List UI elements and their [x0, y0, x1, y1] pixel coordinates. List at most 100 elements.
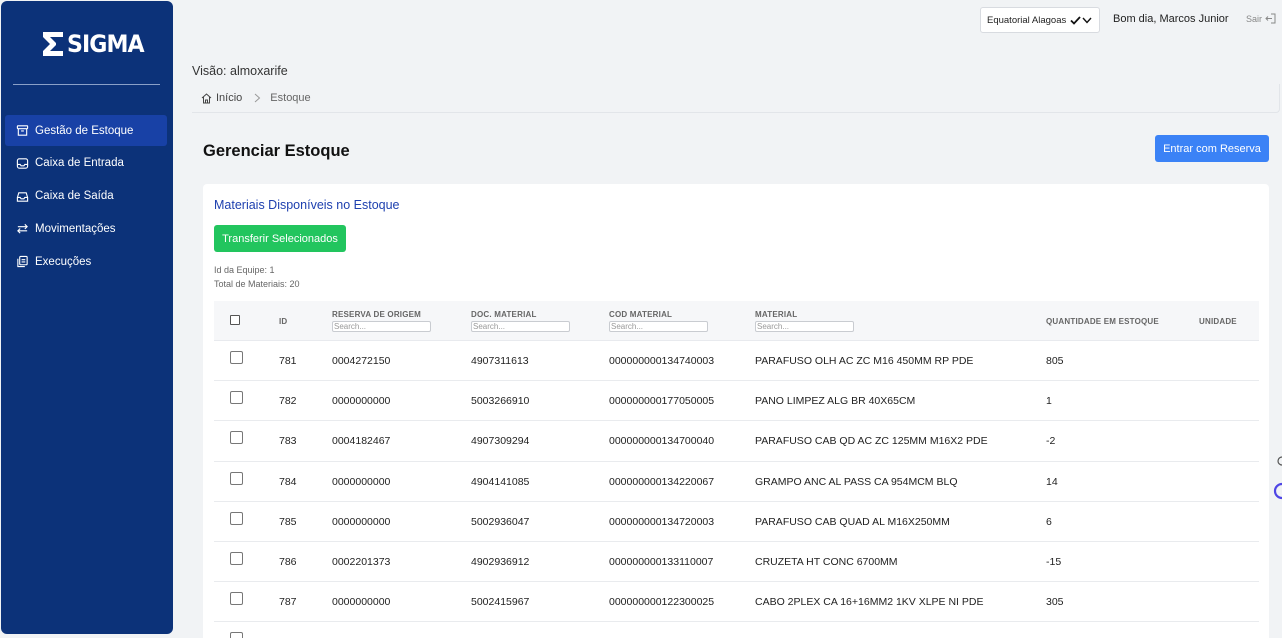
logout-icon [1265, 13, 1276, 24]
cell-material: PARAFUSO CAB QUAD AL M16X250MM [755, 515, 950, 528]
table-row[interactable] [214, 622, 1259, 638]
cell-doc: 4907309294 [471, 435, 530, 448]
cell-qty: 1 [1046, 395, 1052, 408]
table-row[interactable]: 785 0000000000 5002936047 00000000013472000… [214, 502, 1259, 542]
sidebar-item-label: Execuções [35, 255, 92, 268]
cell-material: PANO LIMPEZ ALG BR 40X65CM [755, 395, 916, 408]
sidebar-nav: Gestão de Estoque Caixa de Entrada Caixa… [5, 115, 167, 279]
row-checkbox[interactable] [230, 471, 243, 485]
card-title: Materiais Disponíveis no Estoque [214, 198, 400, 212]
logout-button[interactable]: Sair [1246, 13, 1276, 24]
col-header-doc-label[interactable]: DOC. MATERIAL [471, 310, 537, 319]
col-header-doc: DOC. MATERIAL [471, 310, 570, 332]
row-checkbox[interactable] [230, 351, 243, 364]
company-select[interactable]: Equatorial Alagoas [980, 7, 1100, 33]
breadcrumb-home[interactable]: Início [201, 92, 242, 104]
row-checkbox[interactable] [230, 592, 243, 606]
greeting-text: Bom dia, Marcos Junior [1113, 13, 1229, 25]
select-all-checkbox[interactable] [230, 315, 240, 325]
cell-cod: 000000000134700040 [609, 435, 715, 448]
search-cod-input[interactable] [609, 321, 708, 332]
sidebar-item-caixa-entrada[interactable]: Caixa de Entrada [5, 148, 167, 179]
table-row[interactable]: 787 0000000000 5002415967 00000000012230002… [214, 582, 1259, 623]
total-materials-text: Total de Materiais: 20 [214, 279, 300, 289]
sidebar-item-movimentacoes[interactable]: Movimentações [5, 213, 167, 244]
sidebar-item-gestao-estoque[interactable]: Gestão de Estoque [5, 115, 167, 146]
row-checkbox[interactable] [230, 551, 243, 565]
cell-qty: 305 [1046, 596, 1064, 609]
company-select-value: Equatorial Alagoas [987, 14, 1067, 26]
sidebar-item-label: Caixa de Entrada [35, 157, 124, 170]
search-material-input[interactable] [755, 321, 854, 332]
cell-id: 787 [279, 596, 297, 609]
cell-cod: 000000000133110007 [609, 555, 714, 568]
cell-reserva: 0002201373 [332, 555, 391, 568]
cell-reserva: 0000000000 [332, 475, 391, 488]
col-header-quantidade[interactable]: QUANTIDADE EM ESTOQUE [1046, 317, 1159, 326]
col-header-reserva: RESERVA DE ORIGEM [332, 310, 431, 332]
col-header-unidade[interactable]: UNIDADE [1199, 317, 1237, 326]
cell-material: CRUZETA HT CONC 6700MM [755, 555, 898, 568]
cell-id: 786 [279, 555, 297, 568]
sigma-logo[interactable]: SIGMA [41, 30, 150, 58]
cell-reserva: 0000000000 [332, 395, 391, 408]
sidebar-item-label: Gestão de Estoque [35, 124, 134, 137]
chevron-down-icon [1082, 17, 1092, 24]
edge-widget-icons[interactable] [1272, 450, 1282, 506]
materials-table: ID RESERVA DE ORIGEM DOC. MATERIAL COD M… [214, 301, 1259, 638]
check-icon [1070, 15, 1081, 25]
home-icon [201, 92, 212, 103]
arrows-swap-icon [17, 224, 28, 234]
row-checkbox[interactable] [230, 632, 243, 638]
breadcrumb-separator [254, 93, 261, 103]
cell-id: 784 [279, 475, 297, 488]
transfer-selected-button[interactable]: Transferir Selecionados [214, 225, 346, 252]
enter-with-reserve-button[interactable]: Entrar com Reserva [1155, 135, 1269, 162]
cell-id: 782 [279, 395, 297, 408]
search-doc-input[interactable] [471, 321, 570, 332]
sidebar: SIGMA Gestão de Estoque Caixa de Entrada… [1, 1, 173, 634]
cell-id: 781 [279, 355, 297, 367]
table-header: ID RESERVA DE ORIGEM DOC. MATERIAL COD M… [214, 301, 1259, 341]
table-row[interactable]: 783 0004182467 4907309294 00000000013470004… [214, 421, 1259, 462]
cell-qty: -2 [1046, 435, 1056, 448]
cell-doc: 5003266910 [471, 395, 530, 408]
col-header-material-label[interactable]: MATERIAL [755, 310, 797, 319]
cell-qty: 14 [1046, 475, 1058, 488]
select-indicators [1070, 15, 1092, 25]
col-header-id[interactable]: ID [279, 317, 287, 326]
table-row[interactable]: 782 0000000000 5003266910 00000000017705000… [214, 381, 1259, 422]
sidebar-item-execucoes[interactable]: Execuções [5, 246, 167, 277]
cell-doc: 5002415967 [471, 596, 530, 609]
cell-qty: 6 [1046, 515, 1052, 528]
cell-cod: 000000000122300025 [609, 596, 715, 609]
cell-id: 783 [279, 435, 297, 448]
row-checkbox[interactable] [230, 511, 243, 525]
cell-doc: 4904141085 [471, 475, 530, 488]
cell-doc: 4902936912 [471, 555, 530, 568]
sidebar-item-caixa-saida[interactable]: Caixa de Saída [5, 181, 167, 212]
table-row[interactable]: 784 0000000000 4904141085 00000000013422006… [214, 462, 1259, 502]
cell-material: PARAFUSO CAB QD AC ZC 125MM M16X2 PDE [755, 435, 988, 448]
table-row[interactable]: 781 0004272150 4907311613 00000000013474000… [214, 341, 1259, 382]
sidebar-item-label: Caixa de Saída [35, 190, 114, 202]
sidebar-item-label: Movimentações [35, 222, 116, 235]
cell-doc: 5002936047 [471, 515, 530, 528]
cell-qty: 805 [1046, 355, 1064, 367]
materials-card: Materiais Disponíveis no Estoque Transfe… [203, 184, 1269, 638]
row-checkbox[interactable] [230, 431, 243, 445]
team-id-text: Id da Equipe: 1 [214, 265, 275, 275]
cell-reserva: 0004272150 [332, 355, 391, 367]
search-reserva-input[interactable] [332, 321, 431, 332]
page-title: Gerenciar Estoque [203, 142, 350, 160]
cell-cod: 000000000134720003 [609, 515, 715, 528]
col-header-cod-label[interactable]: COD MATERIAL [609, 310, 672, 319]
chevron-right-icon [254, 93, 261, 103]
col-header-reserva-label[interactable]: RESERVA DE ORIGEM [332, 310, 421, 319]
table-row[interactable]: 786 0002201373 4902936912 00000000013311000… [214, 542, 1259, 583]
cell-reserva: 0000000000 [332, 596, 391, 609]
vision-label: Visão: almoxarife [192, 64, 288, 78]
row-checkbox[interactable] [230, 391, 243, 405]
inbox-icon [16, 158, 29, 169]
cell-material: PARAFUSO OLH AC ZC M16 450MM RP PDE [755, 355, 974, 367]
